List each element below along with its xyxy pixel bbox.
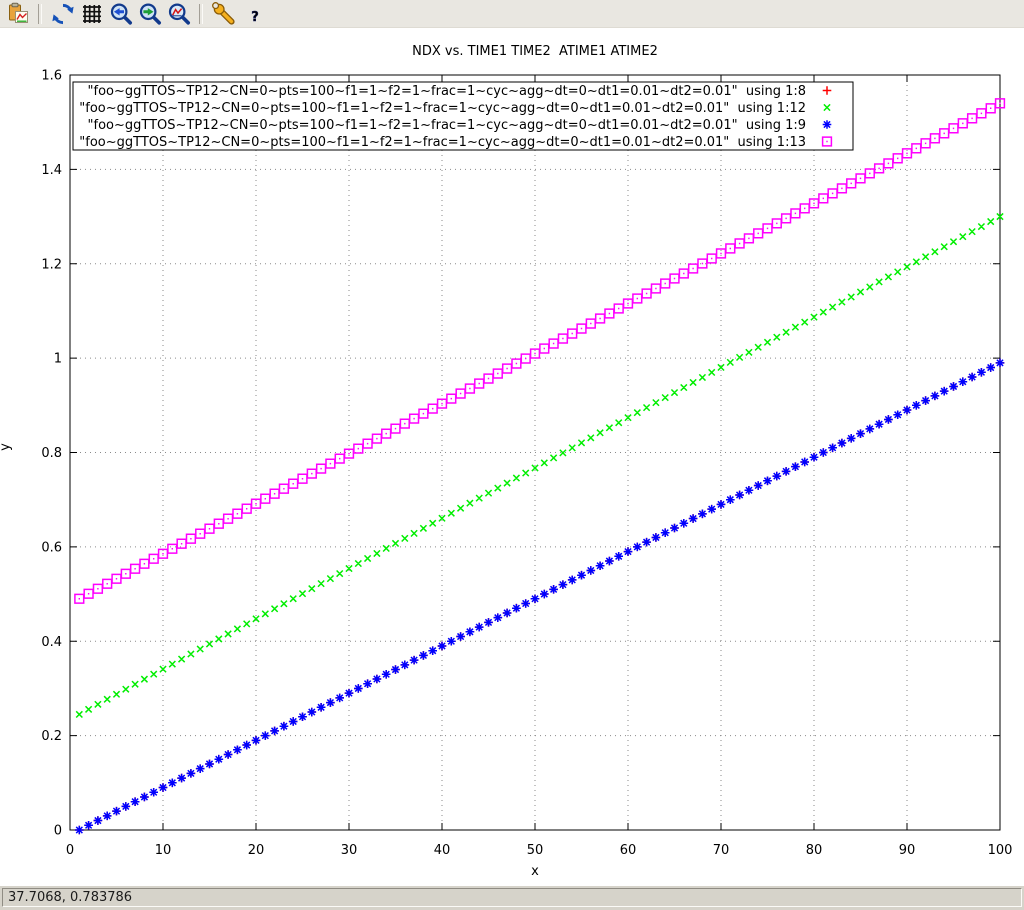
svg-text:10: 10 bbox=[155, 843, 172, 858]
svg-text:0.2: 0.2 bbox=[41, 729, 62, 744]
svg-text:20: 20 bbox=[248, 843, 265, 858]
chart-svg[interactable]: 0 10 20 30 40 50 60 70 80 90 100 0 0.2 0.4 0.6 0.8 1 1.2 1… bbox=[0, 28, 1024, 886]
svg-text:1.4: 1.4 bbox=[41, 163, 62, 178]
series-points-2 bbox=[76, 213, 1003, 717]
svg-text:1: 1 bbox=[54, 352, 62, 367]
svg-text:0.8: 0.8 bbox=[41, 446, 62, 461]
y-tick-labels: 0 0.2 0.4 0.6 0.8 1 1.2 1.4 1.6 bbox=[41, 69, 62, 839]
svg-text:0: 0 bbox=[66, 843, 74, 858]
svg-text:?: ? bbox=[251, 10, 259, 25]
svg-text:100: 100 bbox=[988, 843, 1013, 858]
legend-label: "foo~ggTTOS~TP12~CN=0~pts=100~f1=1~f2=1~… bbox=[79, 101, 806, 116]
help-button[interactable]: ? bbox=[239, 1, 266, 27]
copy-plot-button[interactable] bbox=[4, 1, 31, 27]
status-bar: 37.7068, 0.783786 bbox=[0, 886, 1024, 910]
wrench-icon bbox=[212, 2, 236, 26]
gnuplot-window: ? 0 10 20 30 40 50 60 70 80 90 100 0 0.2 0.4 0.6 0.8 1 1.… bbox=[0, 0, 1024, 910]
legend-marker bbox=[823, 120, 832, 129]
toolbar: ? bbox=[0, 0, 1024, 28]
legend-label: "foo~ggTTOS~TP12~CN=0~pts=100~f1=1~f2=1~… bbox=[88, 118, 806, 133]
zoom-previous-button[interactable] bbox=[107, 1, 134, 27]
magnifier-plot-icon bbox=[167, 2, 191, 26]
svg-text:60: 60 bbox=[620, 843, 637, 858]
svg-text:1.2: 1.2 bbox=[41, 257, 62, 272]
toggle-grid-button[interactable] bbox=[78, 1, 105, 27]
svg-text:90: 90 bbox=[899, 843, 916, 858]
svg-text:40: 40 bbox=[434, 843, 451, 858]
grid-lines bbox=[70, 75, 1000, 830]
legend-label: "foo~ggTTOS~TP12~CN=0~pts=100~f1=1~f2=1~… bbox=[88, 84, 806, 99]
plot-canvas[interactable]: 0 10 20 30 40 50 60 70 80 90 100 0 0.2 0.4 0.6 0.8 1 1.2 1… bbox=[0, 28, 1024, 886]
svg-text:0: 0 bbox=[54, 824, 62, 839]
replot-button[interactable] bbox=[49, 1, 76, 27]
legend: "foo~ggTTOS~TP12~CN=0~pts=100~f1=1~f2=1~… bbox=[73, 82, 853, 150]
x-tick-labels: 0 10 20 30 40 50 60 70 80 90 100 bbox=[66, 843, 1013, 858]
x-axis-label: x bbox=[531, 864, 539, 879]
grid-icon bbox=[80, 2, 104, 26]
svg-text:0.4: 0.4 bbox=[41, 635, 62, 650]
magnifier-right-arrow-icon bbox=[138, 2, 162, 26]
clipboard-plot-icon bbox=[6, 2, 30, 26]
svg-text:50: 50 bbox=[527, 843, 544, 858]
configure-button[interactable] bbox=[210, 1, 237, 27]
autoscale-button[interactable] bbox=[165, 1, 192, 27]
legend-label: "foo~ggTTOS~TP12~CN=0~pts=100~f1=1~f2=1~… bbox=[79, 135, 806, 150]
svg-text:30: 30 bbox=[341, 843, 358, 858]
mouse-coordinates: 37.7068, 0.783786 bbox=[2, 888, 1022, 907]
refresh-arrows-icon bbox=[51, 2, 75, 26]
svg-text:1.6: 1.6 bbox=[41, 69, 62, 84]
toolbar-separator bbox=[199, 4, 203, 24]
series-points-4 bbox=[75, 99, 1004, 603]
series-points-3 bbox=[75, 359, 1004, 835]
svg-text:80: 80 bbox=[806, 843, 823, 858]
magnifier-left-arrow-icon bbox=[109, 2, 133, 26]
svg-text:0.6: 0.6 bbox=[41, 540, 62, 555]
chart-title: NDX vs. TIME1 TIME2 ATIME1 ATIME2 bbox=[412, 44, 658, 59]
svg-text:70: 70 bbox=[713, 843, 730, 858]
toolbar-separator bbox=[38, 4, 42, 24]
y-axis-label: y bbox=[0, 443, 13, 451]
question-mark-icon: ? bbox=[241, 2, 265, 26]
zoom-next-button[interactable] bbox=[136, 1, 163, 27]
series-points-1 bbox=[75, 359, 1004, 835]
